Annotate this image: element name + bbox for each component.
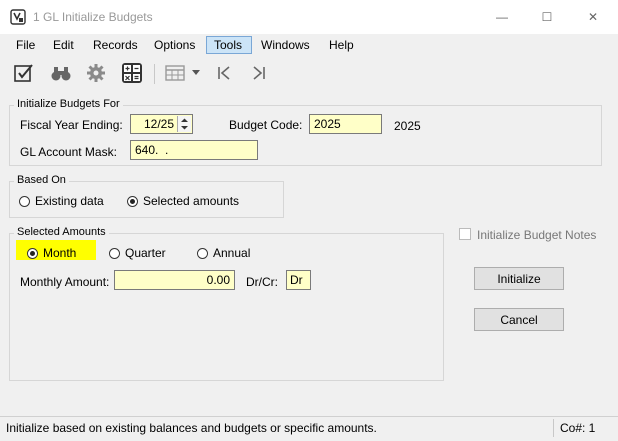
radio-unselected-icon [19, 195, 30, 207]
menu-help[interactable]: Help [322, 36, 361, 54]
gl-account-mask-field[interactable]: 640. . [130, 140, 258, 160]
cancel-button[interactable]: Cancel [474, 308, 564, 331]
radio-label: Selected amounts [143, 194, 240, 208]
status-divider [553, 419, 554, 437]
radio-selected-icon [127, 195, 138, 207]
toolbar-separator [154, 64, 155, 84]
initialize-button[interactable]: Initialize [474, 267, 564, 290]
radio-existing-data[interactable]: Existing data [19, 194, 104, 208]
radio-unselected-icon [109, 247, 120, 259]
drcr-field[interactable]: Dr [286, 270, 311, 290]
gear-icon[interactable] [84, 61, 108, 85]
app-icon [10, 9, 26, 25]
close-icon: ✕ [587, 10, 599, 24]
group-title: Selected Amounts [14, 226, 109, 238]
close-button[interactable]: ✕ [570, 0, 616, 34]
budget-code-label: Budget Code: [229, 118, 303, 132]
radio-quarter[interactable]: Quarter [109, 246, 166, 260]
notes-checkbox-label: Initialize Budget Notes [477, 228, 597, 242]
fiscal-year-field[interactable]: 12/25 [130, 114, 193, 134]
menu-options[interactable]: Options [147, 36, 202, 54]
binoculars-icon[interactable] [49, 61, 73, 85]
fiscal-year-spinner[interactable] [177, 116, 191, 132]
radio-label: Annual [213, 246, 251, 260]
gl-account-mask-label: GL Account Mask: [20, 145, 117, 159]
radio-unselected-icon [197, 247, 208, 259]
monthly-amount-field[interactable]: 0.00 [114, 270, 235, 290]
minimize-icon: — [496, 10, 508, 24]
radio-label: Existing data [35, 194, 104, 208]
status-message: Initialize based on existing balances an… [6, 421, 377, 435]
minimize-button[interactable]: — [479, 0, 525, 34]
menu-records[interactable]: Records [86, 36, 145, 54]
fiscal-year-value: 12/25 [143, 117, 174, 131]
first-record-icon[interactable] [212, 61, 236, 85]
company-number: Co#: 1 [560, 421, 596, 435]
menu-edit[interactable]: Edit [46, 36, 81, 54]
monthly-amount-label: Monthly Amount: [20, 275, 110, 289]
table-grid-icon[interactable] [163, 61, 187, 85]
group-title: Based On [14, 174, 69, 186]
calculator-icon[interactable] [120, 61, 144, 85]
radio-selected-amounts[interactable]: Selected amounts [127, 194, 239, 208]
radio-selected-icon [27, 247, 38, 259]
radio-month[interactable]: Month [27, 246, 76, 260]
maximize-icon: ☐ [541, 10, 553, 24]
notes-checkbox[interactable] [459, 228, 471, 240]
last-record-icon[interactable] [247, 61, 271, 85]
radio-label: Quarter [125, 246, 166, 260]
menu-bar: File Edit Records Options Tools Windows … [0, 34, 618, 56]
status-bar: Initialize based on existing balances an… [0, 416, 618, 441]
toolbar [0, 57, 618, 91]
fiscal-year-label: Fiscal Year Ending: [20, 118, 123, 132]
menu-tools[interactable]: Tools [206, 36, 252, 54]
radio-label: Month [43, 246, 77, 260]
title-bar: 1 GL Initialize Budgets — ☐ ✕ [0, 0, 618, 34]
budget-code-field[interactable]: 2025 [309, 114, 382, 134]
budget-code-description: 2025 [394, 119, 421, 133]
window-title: 1 GL Initialize Budgets [33, 10, 153, 24]
radio-annual[interactable]: Annual [197, 246, 250, 260]
dropdown-arrow-icon[interactable] [190, 61, 202, 85]
menu-windows[interactable]: Windows [254, 36, 317, 54]
drcr-label: Dr/Cr: [246, 275, 278, 289]
group-title: Initialize Budgets For [14, 98, 123, 110]
maximize-button[interactable]: ☐ [524, 0, 570, 34]
check-edit-icon[interactable] [12, 61, 36, 85]
menu-file[interactable]: File [9, 36, 42, 54]
